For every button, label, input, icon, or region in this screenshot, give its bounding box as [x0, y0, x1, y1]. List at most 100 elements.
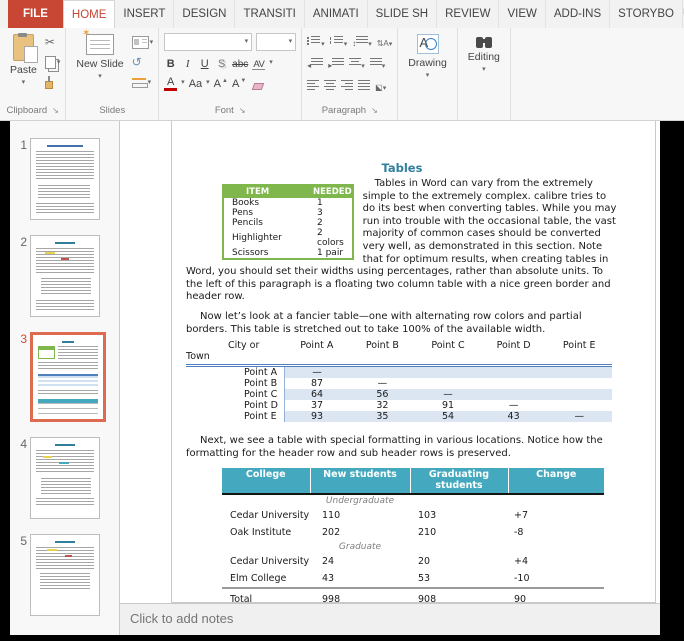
table-row: Point D373291—	[186, 400, 612, 411]
chevron-down-icon: ▾	[383, 85, 387, 92]
underline-button[interactable]: U	[198, 56, 211, 70]
table-row: Point C6456—	[186, 389, 612, 400]
slide-thumbnail-2[interactable]: 2	[10, 235, 119, 317]
thumbnail-page[interactable]	[30, 332, 106, 422]
slide-paragraph-2[interactable]: Now let’s look at a fancier table—one wi…	[186, 311, 618, 336]
section-label[interactable]: Undergraduate	[310, 494, 410, 507]
font-name-select[interactable]: ▾	[164, 33, 252, 51]
table-row: ITEM NEEDED	[223, 185, 353, 198]
points-table[interactable]: City or Town Point A Point B Point C Poi…	[186, 340, 612, 422]
align-text-button[interactable]: ▾	[370, 55, 386, 73]
slide-thumbnail-1[interactable]: 1	[10, 138, 119, 220]
clipboard-group: Paste ▾ ✂ ▾ Clipboard ↘	[0, 28, 66, 120]
slide-thumbnail-3[interactable]: 3	[10, 332, 119, 422]
font-size-select[interactable]: ▾	[256, 33, 296, 51]
reset-icon: ↺	[132, 56, 142, 68]
font-group-label: Font	[215, 105, 234, 116]
chevron-down-icon: ▾	[361, 63, 365, 70]
change-case-button[interactable]: Aa	[189, 76, 202, 90]
format-painter-button[interactable]	[45, 74, 61, 90]
cut-button[interactable]: ✂	[45, 34, 61, 50]
tab-storyboarding[interactable]: STORYBO	[610, 0, 683, 28]
strikethrough-button[interactable]: abc	[232, 56, 248, 70]
tab-addins[interactable]: ADD-INS	[546, 0, 610, 28]
section-label[interactable]: Graduate	[310, 541, 410, 553]
font-color-button[interactable]: A	[164, 74, 177, 91]
supply-header-needed[interactable]: NEEDED	[309, 185, 353, 198]
bullets-button[interactable]: ▾	[307, 33, 325, 51]
slide-title[interactable]: Tables	[186, 161, 618, 175]
align-left-button[interactable]	[307, 79, 319, 93]
tab-slideshow[interactable]: SLIDE SH	[368, 0, 437, 28]
table-row: Point A—	[186, 366, 612, 379]
slide-number: 3	[10, 332, 27, 346]
thumbnail-page[interactable]	[30, 437, 100, 519]
thumbnail-page[interactable]	[30, 235, 100, 317]
supply-table[interactable]: ITEM NEEDED Books1 Pens3 Pencils2 Highli…	[222, 184, 354, 260]
slide-layout-button[interactable]: ▾	[132, 34, 154, 50]
section-button[interactable]: ▾	[132, 74, 154, 90]
bold-button[interactable]: B	[164, 56, 177, 70]
chevron-down-icon: ▾	[382, 63, 386, 70]
paragraph-dialog-launcher-icon[interactable]: ↘	[371, 107, 378, 115]
numbering-button[interactable]: ▾	[330, 33, 348, 51]
supply-header-item[interactable]: ITEM	[223, 185, 309, 198]
tab-review[interactable]: REVIEW	[437, 0, 499, 28]
new-slide-button[interactable]: New Slide ▾	[71, 32, 128, 82]
table-row: Point B87—	[186, 378, 612, 389]
slide-paragraph-3[interactable]: Next, we see a table with special format…	[186, 435, 618, 460]
clipboard-dialog-launcher-icon[interactable]: ↘	[52, 107, 59, 115]
text-shadow-button[interactable]: S	[215, 56, 228, 70]
italic-button[interactable]: I	[181, 56, 194, 70]
editing-button[interactable]: Editing ▾	[463, 32, 505, 75]
paragraph-group: ▾ ▾ ↕▾ ⇅A▾ ◂ ▸ ▾ ▾	[302, 28, 398, 120]
tab-insert[interactable]: INSERT	[115, 0, 174, 28]
font-group: ▾ ▾ B I U S abc AV ▾ A ▾	[159, 28, 302, 120]
character-spacing-button[interactable]: AV	[252, 55, 265, 70]
convert-smartart-button[interactable]: ⬕▾	[375, 77, 386, 95]
slide-thumbnail-4[interactable]: 4	[10, 437, 119, 519]
increase-font-size-button[interactable]: A▲	[214, 76, 228, 90]
align-center-button[interactable]	[324, 79, 336, 93]
table-row: City or Town Point A Point B Point C Poi…	[186, 340, 612, 366]
table-row: Point E93355443—	[186, 411, 612, 422]
slide-number: 5	[10, 534, 27, 548]
tab-design[interactable]: DESIGN	[174, 0, 235, 28]
drawing-button[interactable]: Drawing ▾	[403, 32, 452, 81]
notes-pane[interactable]: Click to add notes	[120, 603, 660, 635]
decrease-font-size-button[interactable]: A▼	[232, 76, 246, 90]
slide-page[interactable]: Tables ITEM NEEDED Books1 Pens3 Pencils2…	[171, 121, 656, 603]
tab-home[interactable]: HOME	[63, 0, 116, 28]
justify-button[interactable]	[358, 79, 370, 93]
tab-file[interactable]: FILE	[8, 0, 63, 28]
college-table[interactable]: College New students Graduating students…	[222, 468, 604, 603]
paste-button[interactable]: Paste ▾	[5, 32, 42, 88]
thumbnail-page[interactable]	[30, 138, 100, 220]
chevron-down-icon: ▾	[344, 41, 348, 48]
decrease-indent-button[interactable]: ◂	[307, 55, 323, 73]
slides-group-label: Slides	[99, 105, 125, 116]
columns-button[interactable]: ▾	[349, 55, 365, 73]
tab-transitions[interactable]: TRANSITI	[235, 0, 304, 28]
table-row: Pens3	[223, 208, 353, 218]
tab-view[interactable]: VIEW	[499, 0, 545, 28]
increase-indent-button[interactable]: ▸	[328, 55, 344, 73]
text-direction-button[interactable]: ⇅A▾	[377, 33, 393, 51]
copy-button[interactable]: ▾	[45, 54, 61, 70]
align-right-button[interactable]	[341, 79, 353, 93]
binoculars-icon	[476, 37, 483, 48]
tab-animations[interactable]: ANIMATI	[305, 0, 368, 28]
clear-formatting-button[interactable]	[250, 76, 263, 90]
chevron-down-icon: ▾	[98, 73, 102, 80]
font-dialog-launcher-icon[interactable]: ↘	[239, 107, 246, 115]
slide-thumbnail-5[interactable]: 5	[10, 534, 119, 616]
table-row: Highlighter2 colors	[223, 228, 353, 248]
clipboard-group-label: Clipboard	[7, 105, 48, 116]
slides-group: New Slide ▾ ▾ ↺ ▾ Slides	[66, 28, 159, 120]
chevron-down-icon: ▾	[245, 38, 249, 45]
reset-slide-button[interactable]: ↺	[132, 54, 154, 70]
mini-college-table	[38, 399, 98, 414]
editing-label: Editing	[468, 51, 500, 63]
thumbnail-page[interactable]	[30, 534, 100, 616]
line-spacing-button[interactable]: ↕▾	[352, 33, 372, 51]
